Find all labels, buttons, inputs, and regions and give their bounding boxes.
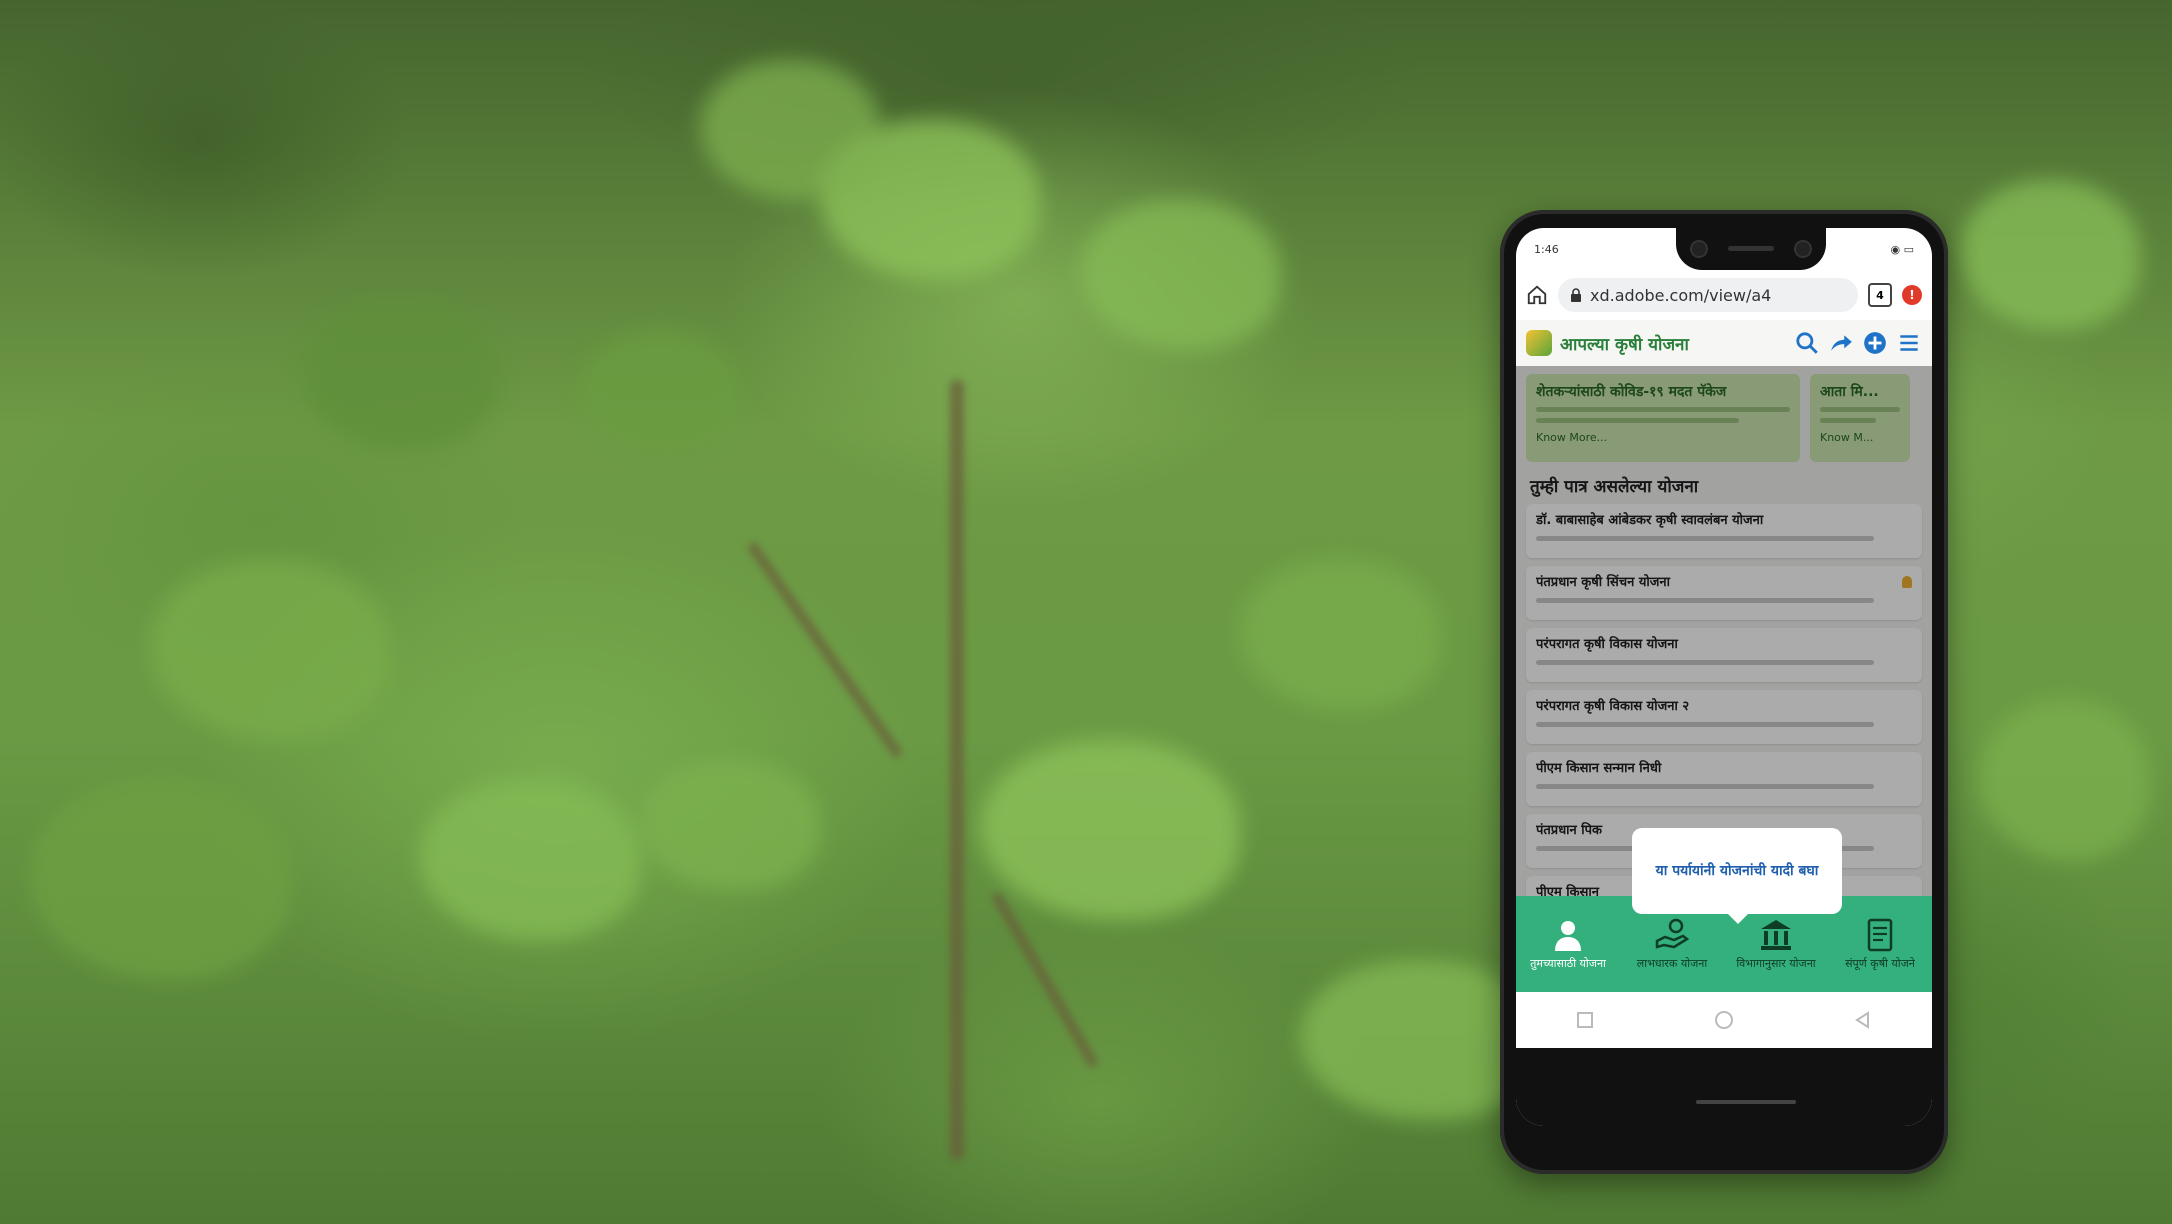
document-icon [1867,919,1893,952]
share-icon[interactable] [1828,330,1854,356]
recents-icon[interactable] [1575,1010,1595,1030]
nav-label: लाभधारक योजना [1636,957,1708,971]
home-icon[interactable] [1526,284,1548,306]
tab-switcher-button[interactable]: 4 [1868,283,1892,307]
app-header: आपल्या कृषी योजना [1516,320,1932,366]
overlay-dimmer[interactable] [1516,366,1932,896]
browser-menu-icon[interactable]: ! [1902,285,1922,305]
app-title: आपल्या कृषी योजना [1560,334,1689,355]
back-icon[interactable] [1853,1010,1873,1030]
nav-item-for-you[interactable]: तुमच्यासाठी योजना [1520,917,1616,970]
address-field[interactable]: xd.adobe.com/view/a4 [1558,278,1858,312]
status-indicators: ◉ ▭ [1890,242,1915,256]
home-circle-icon[interactable] [1713,1009,1735,1031]
menu-icon[interactable] [1896,330,1922,356]
phone-mockup: 1:46 ◉ ▭ xd.adobe.com/view/a4 4 ! आपल्या… [1500,210,1948,1174]
person-icon [1555,921,1581,952]
browser-url-bar: xd.adobe.com/view/a4 4 ! [1516,270,1932,320]
home-indicator [1696,1100,1796,1104]
system-navigation-bar [1516,992,1932,1048]
nav-item-all-schemes[interactable]: संपूर्ण कृषी योजने [1832,917,1928,970]
phone-chin [1516,1048,1932,1126]
search-icon[interactable] [1794,330,1820,356]
phone-notch [1676,228,1826,270]
hand-coins-icon [1655,919,1690,950]
nav-label: तुमच्यासाठी योजना [1530,957,1606,971]
app-logo [1526,330,1552,356]
onboarding-tooltip[interactable]: या पर्यायांनी योजनांची यादी बघा [1632,828,1842,924]
nav-item-beneficiary[interactable]: लाभधारक योजना [1624,917,1720,970]
speaker-grille [1728,246,1774,251]
status-time: 1:46 [1534,242,1559,256]
nav-item-department[interactable]: विभागानुसार योजना [1728,917,1824,970]
add-circle-icon[interactable] [1862,330,1888,356]
front-camera-icon [1690,240,1708,258]
bank-icon [1761,920,1791,951]
lock-icon [1571,288,1581,302]
nav-label: संपूर्ण कृषी योजने [1845,957,1915,971]
phone-screen: 1:46 ◉ ▭ xd.adobe.com/view/a4 4 ! आपल्या… [1516,228,1932,1126]
scheme-content: शेतकऱ्यांसाठी कोविड-१९ मदत पॅकेज Know Mo… [1516,366,1932,896]
nav-label: विभागानुसार योजना [1736,957,1816,971]
front-camera-icon [1794,240,1812,258]
url-text: xd.adobe.com/view/a4 [1590,285,1772,305]
